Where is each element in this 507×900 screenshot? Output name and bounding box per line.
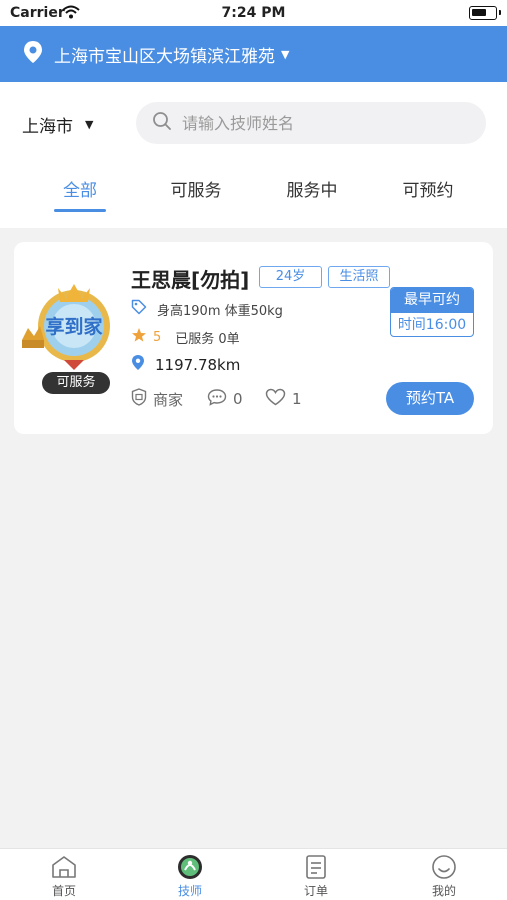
tabbar-label: 首页 xyxy=(51,884,76,898)
tabbar-item-technician[interactable]: 技师 xyxy=(150,854,230,899)
city-select-value: 上海市 xyxy=(22,117,73,137)
tabbar-label: 订单 xyxy=(303,884,328,898)
book-button[interactable]: 预约TA xyxy=(386,382,474,415)
city-select[interactable]: 上海市 ▼ xyxy=(22,112,93,137)
tabbar-item-home[interactable]: 首页 xyxy=(24,854,104,899)
chevron-down-icon: ▼ xyxy=(281,47,290,61)
distance-value: 1197.78km xyxy=(155,355,241,374)
filter-tabs: 全部 可服务 服务中 可预约 xyxy=(0,164,507,228)
status-bar: Carrier 7:24 PM xyxy=(0,0,507,26)
technician-card[interactable]: 享到家 可服务 王思晨[勿拍] 24岁 生活照 身高190m 体重50kg 5 … xyxy=(14,242,493,434)
rating-row: 5 已服务 0单 xyxy=(131,327,240,347)
technician-name: 王思晨[勿拍] xyxy=(131,268,250,292)
tab-in-service[interactable]: 服务中 xyxy=(262,176,362,201)
tag-icon xyxy=(131,299,147,319)
tab-bookable[interactable]: 可预约 xyxy=(378,176,478,201)
tabbar-label: 技师 xyxy=(177,884,202,898)
avatar-brand-text: 享到家 xyxy=(45,315,103,338)
active-tab-indicator xyxy=(54,209,106,212)
served-count: 已服务 0单 xyxy=(175,331,240,347)
heart-icon xyxy=(265,388,286,410)
tabbar-item-orders[interactable]: 订单 xyxy=(276,854,356,899)
star-icon xyxy=(131,327,147,347)
home-icon xyxy=(24,854,104,880)
comment-icon xyxy=(207,388,227,410)
location-pin-icon xyxy=(22,40,44,68)
earliest-label: 最早可约 xyxy=(391,288,473,313)
bottom-tab-bar: 首页 技师 订单 我的 xyxy=(0,848,507,900)
shield-icon xyxy=(131,388,147,410)
avatar: 享到家 xyxy=(18,278,130,370)
photo-tag: 生活照 xyxy=(328,266,390,288)
technician-icon xyxy=(150,854,230,880)
comments-info[interactable]: 0 xyxy=(207,388,243,410)
earliest-time: 时间16:00 xyxy=(397,317,467,333)
search-icon xyxy=(152,111,172,135)
likes-info[interactable]: 1 xyxy=(265,388,302,410)
search-row: 上海市 ▼ xyxy=(0,82,507,164)
location-address: 上海市宝山区大场镇滨江雅苑 xyxy=(54,46,275,67)
age-tag: 24岁 xyxy=(259,266,322,288)
tabbar-item-profile[interactable]: 我的 xyxy=(404,854,484,899)
tabbar-label: 我的 xyxy=(431,884,456,898)
distance-row: 1197.78km xyxy=(131,354,240,375)
order-icon xyxy=(276,854,356,880)
chevron-down-icon: ▼ xyxy=(85,118,94,131)
search-box[interactable] xyxy=(136,102,486,144)
earliest-availability: 最早可约 时间16:00 xyxy=(390,287,474,337)
rating-value: 5 xyxy=(153,329,162,345)
shop-label: 商家 xyxy=(153,390,184,409)
body-info: 身高190m 体重50kg xyxy=(157,303,283,319)
comments-count: 0 xyxy=(233,390,243,408)
tab-all[interactable]: 全部 xyxy=(30,176,130,201)
shop-info[interactable]: 商家 xyxy=(131,388,183,410)
battery-icon xyxy=(469,6,501,20)
tab-available[interactable]: 可服务 xyxy=(146,176,246,201)
location-pin-icon xyxy=(131,354,145,375)
status-badge: 可服务 xyxy=(42,372,110,394)
status-time: 7:24 PM xyxy=(221,5,286,21)
body-info-row: 身高190m 体重50kg xyxy=(131,299,283,319)
search-input[interactable] xyxy=(182,113,472,133)
likes-count: 1 xyxy=(292,390,302,408)
profile-icon xyxy=(404,854,484,880)
location-bar[interactable]: 上海市宝山区大场镇滨江雅苑 ▼ xyxy=(0,26,507,82)
